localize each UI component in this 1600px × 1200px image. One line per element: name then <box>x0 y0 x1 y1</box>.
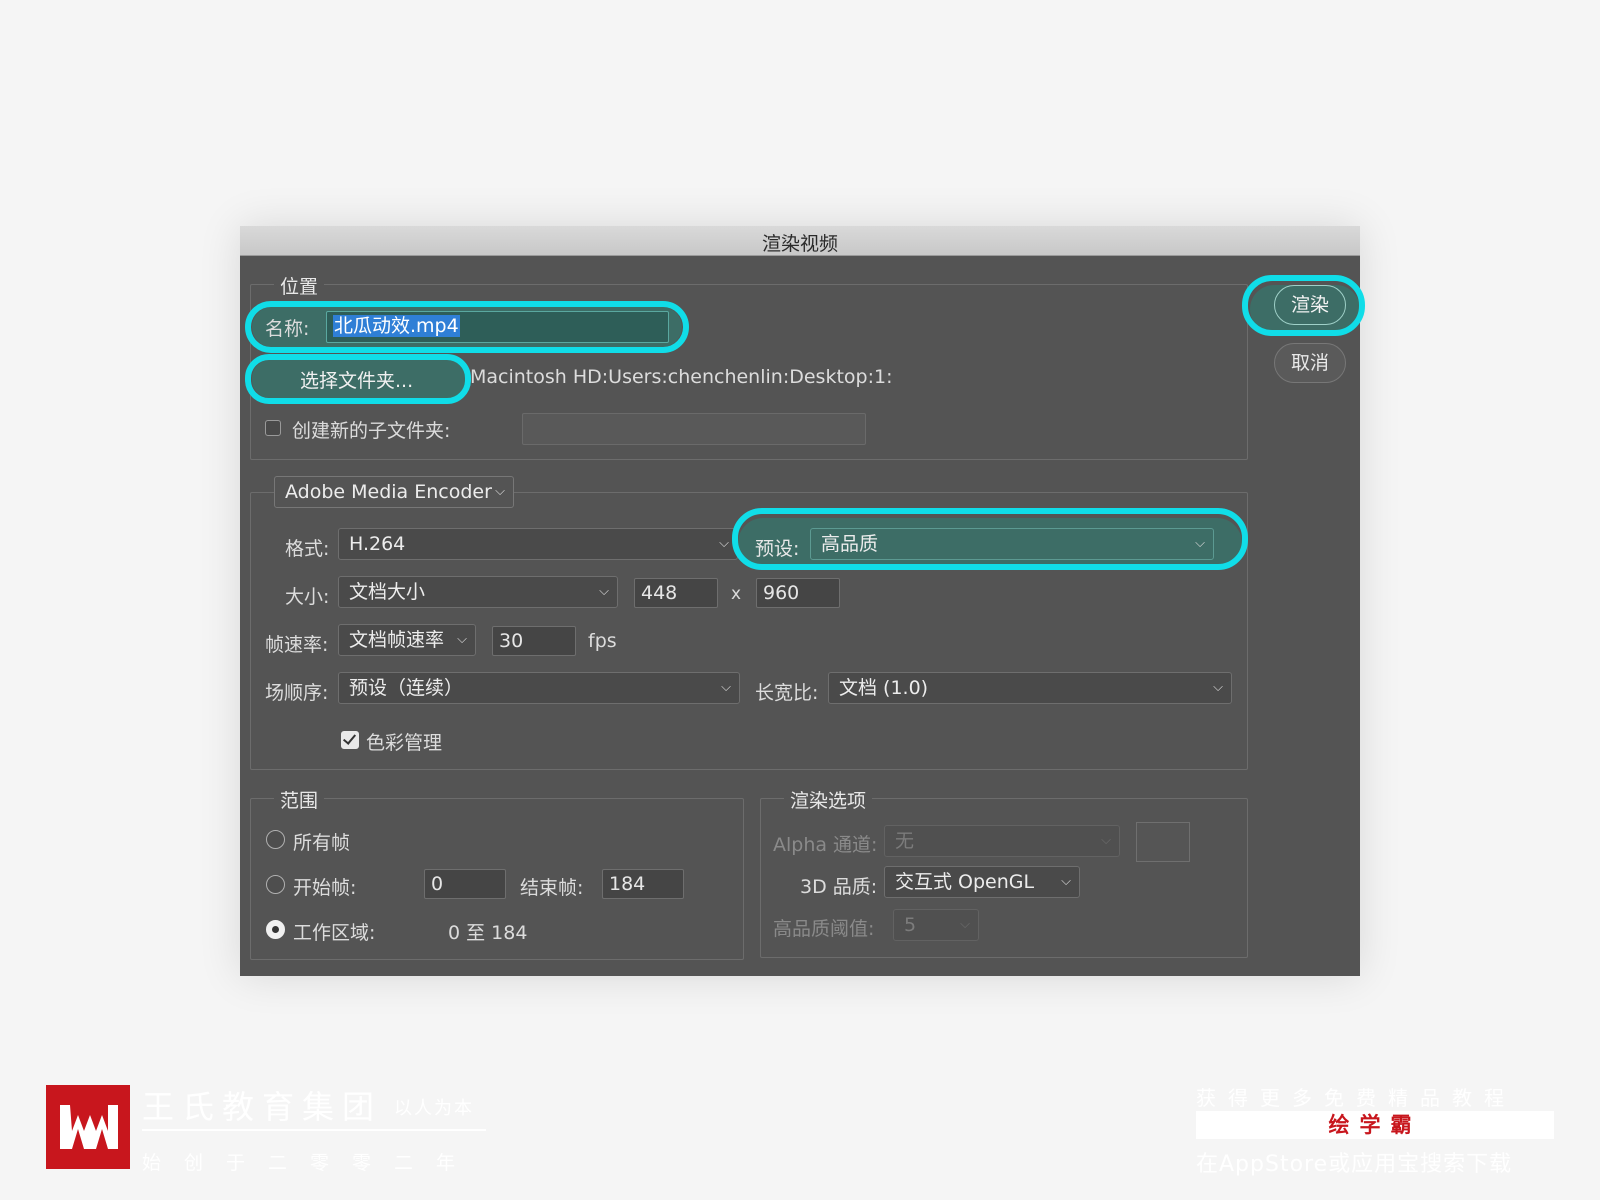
field-order-select[interactable]: 预设（连续） ⌵ <box>338 672 740 704</box>
preset-highlight <box>732 508 1248 570</box>
end-frame-input[interactable]: 184 <box>602 869 684 899</box>
render-options-legend: 渲染选项 <box>784 786 873 813</box>
format-select-value: H.264 <box>349 533 406 555</box>
chevron-down-icon: ⌵ <box>721 680 731 695</box>
promo-line-2: 在AppStore或应用宝搜索下载 <box>1196 1152 1513 1177</box>
alpha-channel-select: 无 ⌵ <box>884 825 1120 857</box>
width-input[interactable]: 448 <box>634 578 718 608</box>
watermark-divider <box>142 1129 486 1131</box>
alpha-channel-label: Alpha 通道: <box>773 834 878 856</box>
location-legend: 位置 <box>274 272 325 299</box>
hq-threshold-select: 5 ⌵ <box>893 909 979 941</box>
field-order-select-value: 预设（连续） <box>349 677 464 699</box>
quality-3d-value: 交互式 OpenGL <box>895 871 1035 893</box>
company-founded: 始创于二零零二年 <box>142 1152 479 1174</box>
chevron-down-icon: ⌵ <box>1213 680 1223 695</box>
name-row-highlight <box>245 301 689 353</box>
size-select-value: 文档大小 <box>349 581 426 603</box>
color-management-checkbox[interactable] <box>341 731 359 749</box>
size-label: 大小: <box>285 586 330 608</box>
company-slogan: 以人为本 <box>394 1098 474 1119</box>
promo-line-1: 获得更多免费精品教程 <box>1196 1086 1516 1110</box>
format-label: 格式: <box>285 538 330 560</box>
subfolder-input[interactable] <box>522 413 866 445</box>
start-frame-radio[interactable] <box>266 875 285 894</box>
framerate-input[interactable]: 30 <box>492 626 576 656</box>
encoder-select[interactable]: Adobe Media Encoder ⌵ <box>274 476 514 508</box>
alpha-color-swatch <box>1136 822 1190 862</box>
chevron-down-icon: ⌵ <box>719 536 729 551</box>
format-select[interactable]: H.264 ⌵ <box>338 528 738 560</box>
range-legend: 范围 <box>274 786 325 813</box>
chevron-down-icon: ⌵ <box>1101 833 1111 848</box>
work-area-radio[interactable] <box>266 920 285 939</box>
fps-unit: fps <box>588 630 617 652</box>
render-button-highlight <box>1242 275 1365 336</box>
height-input[interactable]: 960 <box>756 578 840 608</box>
framerate-label: 帧速率: <box>265 634 329 656</box>
choose-folder-highlight <box>245 354 471 404</box>
dialog-titlebar: 渲染视频 <box>240 226 1360 256</box>
start-frame-input[interactable]: 0 <box>424 869 506 899</box>
hq-threshold-label: 高品质阈值: <box>773 918 875 940</box>
encoder-select-value: Adobe Media Encoder <box>285 481 492 503</box>
chevron-down-icon: ⌵ <box>960 917 970 932</box>
aspect-select-value: 文档 (1.0) <box>839 677 929 699</box>
dialog-title: 渲染视频 <box>761 233 838 255</box>
start-frame-label: 开始帧: <box>293 877 357 899</box>
promo-brand: 绘学霸 <box>1328 1113 1422 1137</box>
company-name: 王氏教育集团 <box>142 1088 383 1126</box>
work-area-label: 工作区域: <box>293 922 376 944</box>
chevron-down-icon: ⌵ <box>599 584 609 599</box>
chevron-down-icon: ⌵ <box>457 632 467 647</box>
chevron-down-icon: ⌵ <box>495 484 505 499</box>
aspect-select[interactable]: 文档 (1.0) ⌵ <box>828 672 1232 704</box>
color-management-label: 色彩管理 <box>366 732 443 754</box>
size-select[interactable]: 文档大小 ⌵ <box>338 576 618 608</box>
alpha-channel-value: 无 <box>895 830 915 852</box>
chevron-down-icon: ⌵ <box>1061 874 1071 889</box>
quality-3d-label: 3D 品质: <box>800 876 878 898</box>
promo-brand-bar: 绘学霸 <box>1196 1111 1554 1139</box>
framerate-select-value: 文档帧速率 <box>349 629 445 651</box>
all-frames-radio[interactable] <box>266 830 285 849</box>
cancel-button[interactable]: 取消 <box>1274 343 1346 383</box>
subfolder-label: 创建新的子文件夹: <box>292 420 451 442</box>
folder-path: Macintosh HD:Users:chenchenlin:Desktop:1… <box>470 366 893 388</box>
framerate-select[interactable]: 文档帧速率 ⌵ <box>338 624 476 656</box>
quality-3d-select[interactable]: 交互式 OpenGL ⌵ <box>884 866 1080 898</box>
aspect-label: 长宽比: <box>755 682 819 704</box>
hq-threshold-value: 5 <box>904 914 917 936</box>
field-order-label: 场顺序: <box>265 682 329 704</box>
subfolder-checkbox[interactable] <box>265 420 281 436</box>
work-area-value: 0 至 184 <box>448 922 528 944</box>
size-separator: x <box>731 584 742 604</box>
logo-w-icon <box>60 1105 118 1149</box>
company-logo <box>46 1085 130 1169</box>
end-frame-label: 结束帧: <box>520 877 584 899</box>
all-frames-label: 所有帧 <box>293 832 351 854</box>
